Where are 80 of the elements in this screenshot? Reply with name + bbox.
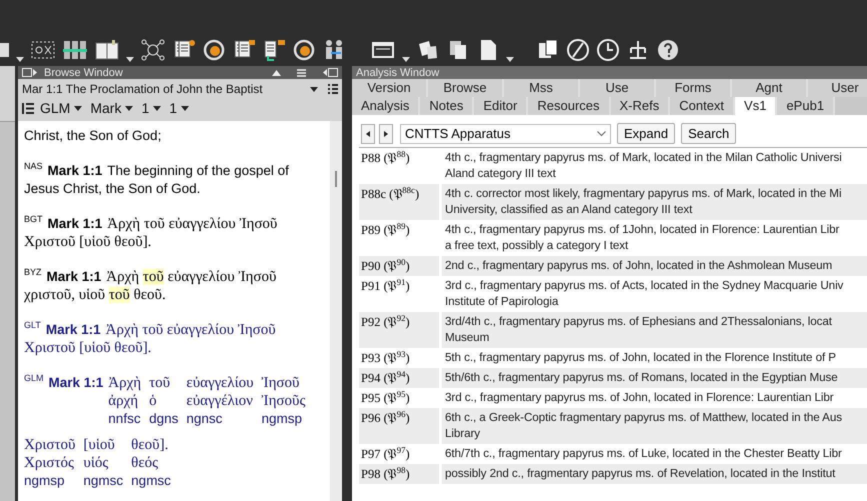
network-icon[interactable] bbox=[140, 38, 166, 62]
list-icon[interactable] bbox=[22, 102, 34, 114]
tab[interactable]: Analysis bbox=[352, 97, 420, 115]
history-icon[interactable] bbox=[292, 38, 316, 62]
window-title: Analysis Window bbox=[356, 66, 440, 78]
reference-selector[interactable]: Mark bbox=[88, 100, 136, 116]
interlinear-word: [υἱοῦ υἱός ngmsc bbox=[83, 436, 124, 490]
open-book-icon[interactable] bbox=[94, 38, 120, 62]
right-arrow-icon bbox=[384, 130, 388, 136]
reference-selector[interactable]: 1 bbox=[167, 100, 192, 116]
tab[interactable]: Browse bbox=[428, 79, 504, 97]
interlinear-word: Ἀρχὴ ἀρχή nnfsc bbox=[108, 374, 142, 428]
tab[interactable]: Vs1 bbox=[735, 97, 778, 115]
siglum-cell: P96 (𝔓$^{96}$) bbox=[359, 408, 439, 444]
reference-selector[interactable]: 1 bbox=[139, 100, 164, 116]
siglum-cell: P94 (𝔓$^{94}$) bbox=[359, 368, 439, 388]
tab[interactable]: Forms bbox=[656, 79, 732, 97]
dropdown-caret-icon[interactable] bbox=[310, 86, 318, 92]
toolbar-button[interactable]: Search bbox=[681, 123, 736, 144]
siglum-cell: P88c (𝔓$^{88c}$) bbox=[359, 184, 439, 220]
caret-icon[interactable] bbox=[506, 57, 514, 62]
caret-icon[interactable] bbox=[126, 57, 134, 62]
chevron-icon bbox=[597, 130, 606, 136]
caret-icon[interactable] bbox=[74, 106, 82, 110]
description-cell: 4th c. corrector most likely, fragmentary papyrus ms. of Mark, located in the Mi University, classified as an Aland category III text bbox=[442, 184, 867, 220]
verse-text: $^{BGT}$ Mark 1:1 Ἀρχὴ τοῦ εὐαγγελίου Ἰησοῦ Χριστοῦ [υἱοῦ θεοῦ]. bbox=[24, 215, 278, 251]
history-icon[interactable] bbox=[202, 38, 226, 62]
caret-icon[interactable] bbox=[153, 106, 162, 110]
toolbar-button[interactable]: Expand bbox=[617, 123, 676, 144]
interlinear-word: Χριστοῦ Χριστός ngmsp bbox=[24, 436, 76, 490]
verse-text: $^{NAS}$ Mark 1:1 The beginning of the gospel of Jesus Christ, the Son of God. bbox=[24, 162, 290, 198]
interlinear-word: Ἰησοῦ Ἰησοῦς ngmsp bbox=[262, 374, 306, 428]
tab[interactable]: Use bbox=[580, 79, 656, 97]
description-cell: possibly 2nd c., fragmentary papyrus ms. of Revelation, located in the Institut bbox=[442, 464, 867, 484]
tab[interactable]: Resources bbox=[528, 97, 610, 115]
list-icon[interactable] bbox=[328, 84, 338, 94]
verse-text: $^{GLT}$ Mark 1:1 Ἀρχὴ τοῦ εὐαγγελίου Ἰησοῦ Χριστοῦ [υἱοῦ θεοῦ]. bbox=[24, 321, 277, 357]
dock-icon[interactable] bbox=[22, 68, 38, 77]
source-select[interactable]: CNTTS Apparatus bbox=[400, 124, 611, 144]
next-button[interactable] bbox=[379, 124, 393, 144]
window-title: Browse Window bbox=[44, 66, 124, 78]
passage-heading: Mar 1:1 The Proclamation of John the Baptist bbox=[22, 82, 264, 96]
siglum-cell: P90 (𝔓$^{90}$) bbox=[359, 256, 439, 276]
columns-icon[interactable] bbox=[62, 38, 88, 62]
left-arrow-icon bbox=[366, 130, 370, 136]
tab[interactable]: Version bbox=[352, 79, 428, 97]
siglum-cell: P92 (𝔓$^{92}$) bbox=[359, 312, 439, 348]
menu-icon[interactable] bbox=[297, 68, 306, 76]
description-cell: 5th/6th c., fragmentary papyrus ms. of Romans, located in the Egyptian Muse bbox=[442, 368, 867, 388]
description-cell: 3rd/4th c., fragmentary papyrus ms. of Ephesians and 2Thessalonians, locat Museum bbox=[442, 312, 867, 348]
interlinear-word: τοῦ ὁ dgns bbox=[149, 374, 178, 428]
collapse-icon[interactable] bbox=[272, 70, 281, 76]
description-cell: 2nd c., fragmentary papyrus ms. of John, located in the Ashmolean Museum bbox=[442, 256, 867, 276]
siglum-cell: P98 (𝔓$^{98}$) bbox=[359, 464, 439, 484]
caret-icon[interactable] bbox=[181, 106, 190, 110]
previous-button[interactable] bbox=[361, 124, 375, 144]
description-cell: 6th c., a Greek-Coptic fragmentary papyrus ms. of Matthew, located in the Aus Library bbox=[442, 408, 867, 444]
tab[interactable]: Agnt bbox=[732, 79, 808, 97]
tab[interactable]: Context bbox=[670, 97, 736, 115]
interlinear-word: θεοῦ]. θεός ngmsc bbox=[131, 436, 171, 490]
interlinear-label: $^{GLM}$ Mark 1:1 bbox=[24, 375, 104, 390]
reference-selector[interactable]: GLM bbox=[38, 100, 84, 116]
tab[interactable]: ePub1 bbox=[777, 97, 836, 115]
tab[interactable]: Notes bbox=[420, 97, 474, 115]
dock-icon[interactable] bbox=[322, 68, 338, 77]
document-arrow-icon[interactable] bbox=[262, 38, 286, 62]
caret-icon[interactable] bbox=[402, 57, 410, 62]
tab[interactable]: Editor bbox=[474, 97, 528, 115]
clock-icon[interactable] bbox=[596, 38, 620, 62]
caret-icon[interactable] bbox=[16, 57, 24, 62]
caret-icon[interactable] bbox=[125, 106, 134, 110]
tab[interactable]: Mss bbox=[504, 79, 580, 97]
scrollbar[interactable] bbox=[330, 121, 342, 501]
verse-text: $^{BYZ}$ Mark 1:1 Ἀρχὴ τοῦ εὐαγγελίου Ἰησοῦ χριστοῦ, υἱοῦ τοῦ θεοῦ. bbox=[24, 268, 278, 304]
verse-text: Christ, the Son of God; bbox=[24, 127, 162, 145]
tab[interactable]: User bbox=[808, 79, 867, 97]
interlinear-word: εὐαγγελίου εὐαγγέλιον ngnsc bbox=[186, 374, 254, 428]
help-icon[interactable] bbox=[656, 38, 680, 62]
pages-icon[interactable] bbox=[416, 38, 440, 62]
tab[interactable]: X-Refs bbox=[610, 97, 670, 115]
